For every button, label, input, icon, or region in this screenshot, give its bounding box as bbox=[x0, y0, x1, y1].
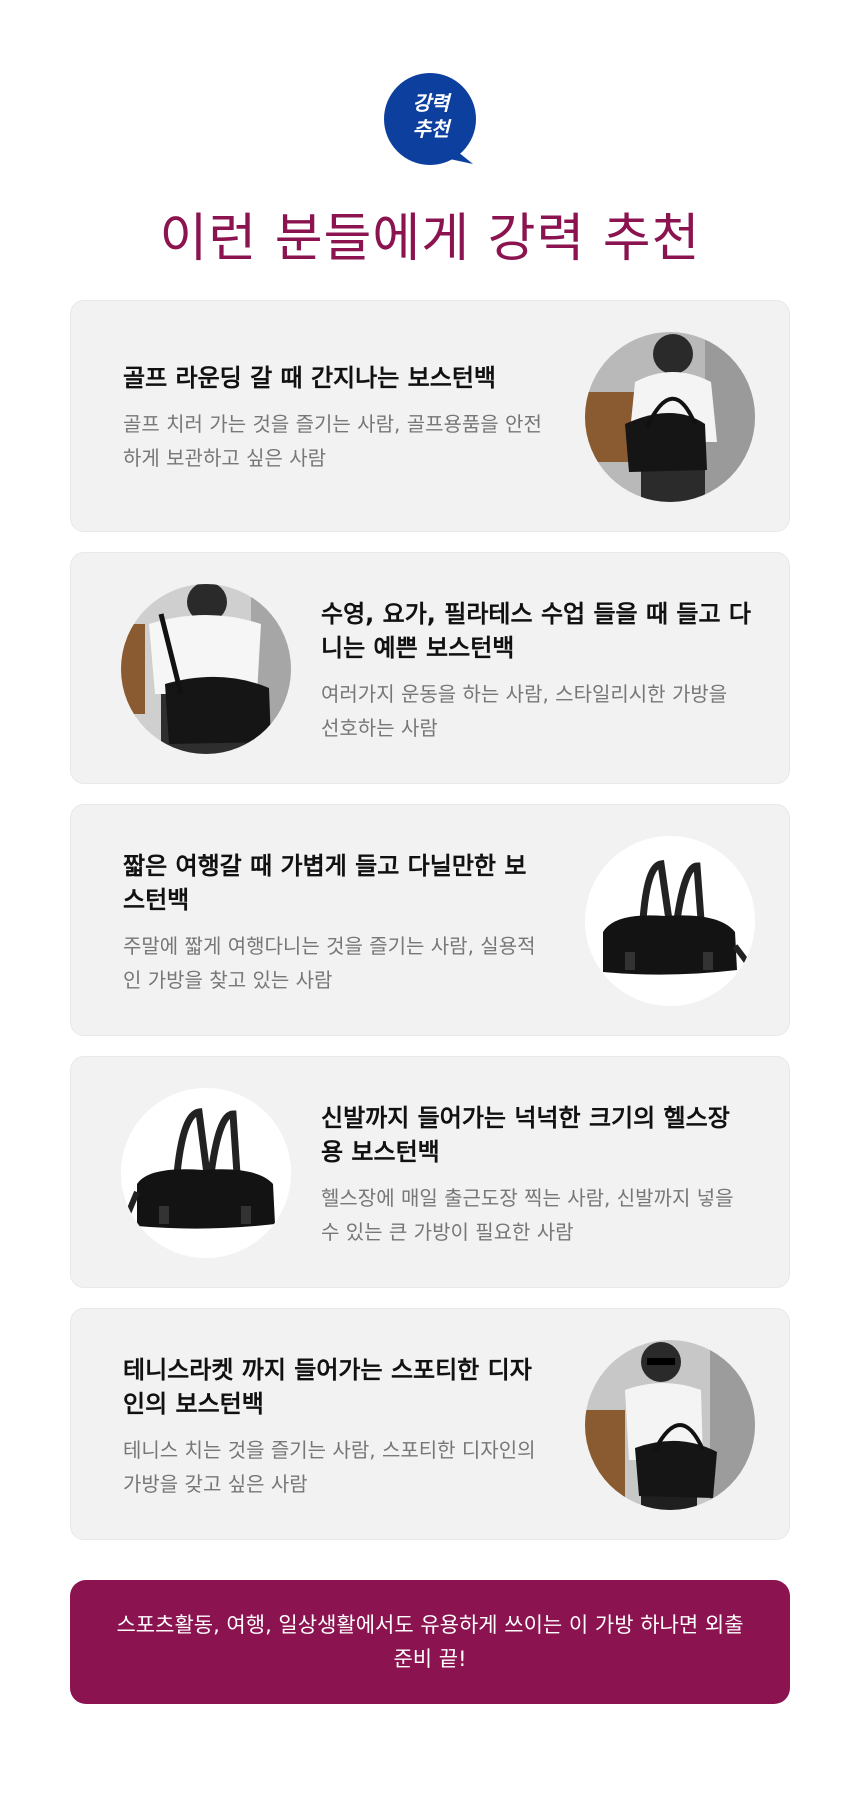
card-text: 수영, 요가, 필라테스 수업 들을 때 들고 다니는 예쁜 보스턴백 여러가지… bbox=[321, 597, 751, 745]
badge-line-1: 강력 bbox=[412, 91, 450, 115]
card-text: 짧은 여행갈 때 가볍게 들고 다닐만한 보스턴백 주말에 짧게 여행다니는 것… bbox=[123, 849, 543, 997]
recommend-badge: 강력 추천 bbox=[383, 72, 479, 168]
card-desc: 여러가지 운동을 하는 사람, 스타일리시한 가방을 선호하는 사람 bbox=[321, 682, 728, 740]
badge-line-2: 추천 bbox=[412, 117, 450, 141]
card-title: 골프 라운딩 갈 때 간지나는 보스턴백 bbox=[123, 364, 496, 392]
recommend-card-fitness-class: 수영, 요가, 필라테스 수업 들을 때 들고 다니는 예쁜 보스턴백 여러가지… bbox=[70, 552, 790, 784]
page-title: 이런 분들에게 강력 추천 bbox=[159, 209, 701, 269]
model-carrying-bag-photo bbox=[585, 332, 755, 502]
card-text: 골프 라운딩 갈 때 간지나는 보스턴백 골프 치러 가는 것을 즐기는 사람,… bbox=[123, 361, 543, 475]
summary-banner: 스포츠활동, 여행, 일상생활에서도 유용하게 쓰이는 이 가방 하나면 외출 … bbox=[70, 1580, 790, 1704]
card-desc: 헬스장에 매일 출근도장 찍는 사람, 신발까지 넣을 수 있는 큰 가방이 필… bbox=[321, 1186, 734, 1244]
card-text: 테니스라켓 까지 들어가는 스포티한 디자인의 보스턴백 테니스 치는 것을 즐… bbox=[123, 1353, 543, 1501]
card-desc: 골프 치러 가는 것을 즐기는 사람, 골프용품을 안전하게 보관하고 싶은 사… bbox=[123, 412, 542, 470]
card-desc: 주말에 짧게 여행다니는 것을 즐기는 사람, 실용적인 가방을 찾고 있는 사… bbox=[123, 934, 536, 992]
model-back-shoulder-bag-photo bbox=[121, 584, 291, 754]
card-title: 짧은 여행갈 때 가볍게 들고 다닐만한 보스턴백 bbox=[123, 852, 527, 914]
recommend-card-tennis: 테니스라켓 까지 들어가는 스포티한 디자인의 보스턴백 테니스 치는 것을 즐… bbox=[70, 1308, 790, 1540]
card-desc: 테니스 치는 것을 즐기는 사람, 스포티한 디자인의 가방을 갖고 싶은 사람 bbox=[123, 1438, 536, 1496]
model-sunglasses-bag-photo bbox=[585, 1340, 755, 1510]
card-title: 수영, 요가, 필라테스 수업 들을 때 들고 다니는 예쁜 보스턴백 bbox=[321, 600, 752, 662]
card-text: 신발까지 들어가는 넉넉한 크기의 헬스장용 보스턴백 헬스장에 매일 출근도장… bbox=[321, 1101, 751, 1249]
recommend-card-gym: 신발까지 들어가는 넉넉한 크기의 헬스장용 보스턴백 헬스장에 매일 출근도장… bbox=[70, 1056, 790, 1288]
card-title: 신발까지 들어가는 넉넉한 크기의 헬스장용 보스턴백 bbox=[321, 1104, 730, 1166]
recommend-card-golf: 골프 라운딩 갈 때 간지나는 보스턴백 골프 치러 가는 것을 즐기는 사람,… bbox=[70, 300, 790, 532]
recommend-card-travel: 짧은 여행갈 때 가볍게 들고 다닐만한 보스턴백 주말에 짧게 여행다니는 것… bbox=[70, 804, 790, 1036]
black-boston-bag-photo bbox=[121, 1088, 291, 1258]
black-boston-bag-photo bbox=[585, 836, 755, 1006]
card-title: 테니스라켓 까지 들어가는 스포티한 디자인의 보스턴백 bbox=[123, 1356, 532, 1418]
